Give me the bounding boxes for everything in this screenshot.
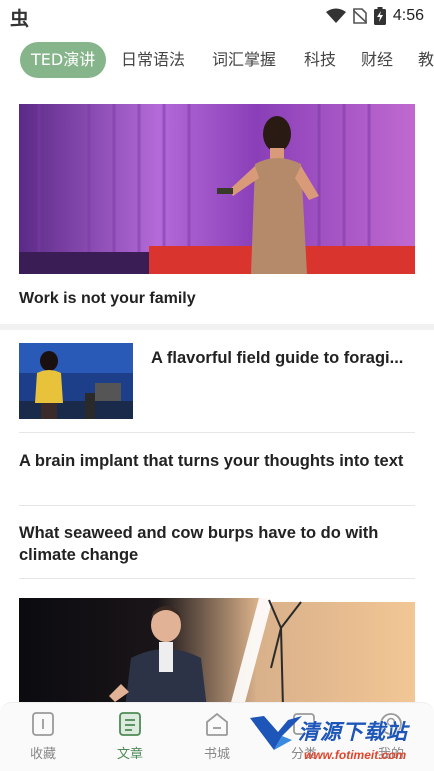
list-divider <box>19 432 415 433</box>
category-tabs: TED演讲 日常语法 词汇掌握 科技 财经 教 <box>0 42 434 78</box>
bookmark-icon <box>32 712 54 736</box>
wifi-icon <box>325 8 346 23</box>
battery-charging-icon <box>373 7 386 25</box>
list-item-title[interactable]: A brain implant that turns your thoughts… <box>19 450 415 472</box>
nav-label: 文章 <box>116 747 143 762</box>
status-indicators: 4:56 <box>325 5 424 27</box>
article-thumbnail[interactable] <box>19 343 133 419</box>
speaker-wind-turbine-image <box>19 598 415 708</box>
article-icon <box>119 712 141 736</box>
article-image[interactable] <box>19 598 415 708</box>
section-divider <box>0 324 434 330</box>
nav-item-favorites[interactable]: 收藏 <box>13 711 73 762</box>
tab-finance[interactable]: 财经 <box>361 42 393 78</box>
hero-article-image[interactable] <box>19 104 415 274</box>
tab-daily-grammar[interactable]: 日常语法 <box>121 42 185 78</box>
status-bar: 虫 4:56 <box>0 0 434 32</box>
nav-label: 我的 <box>377 747 404 762</box>
thumbnail-article-title[interactable]: A flavorful field guide to foragi... <box>151 347 421 369</box>
speaker-on-stage-image <box>19 104 415 274</box>
tab-vocabulary[interactable]: 词汇掌握 <box>212 42 276 78</box>
list-item-title[interactable]: What seaweed and cow burps have to do wi… <box>19 522 415 566</box>
hero-article-title[interactable]: Work is not your family <box>19 290 196 308</box>
bottom-navigation: 收藏 文章 书城 分类 我的 <box>0 702 434 771</box>
nav-item-articles[interactable]: 文章 <box>100 711 160 762</box>
foraging-talk-image <box>19 343 133 419</box>
nav-label: 书城 <box>203 747 230 762</box>
list-divider <box>19 505 415 506</box>
no-sim-icon <box>352 8 367 24</box>
profile-icon <box>380 713 402 735</box>
tab-technology[interactable]: 科技 <box>304 42 336 78</box>
app-notification-icon: 虫 <box>10 8 30 30</box>
bookstore-icon <box>206 712 228 736</box>
nav-label: 收藏 <box>29 747 56 762</box>
tab-education[interactable]: 教 <box>418 42 434 78</box>
tab-ted-talks[interactable]: TED演讲 <box>20 42 107 78</box>
nav-item-categories[interactable]: 分类 <box>274 711 334 762</box>
clock: 4:56 <box>392 7 424 24</box>
nav-item-profile[interactable]: 我的 <box>361 711 421 762</box>
nav-item-bookstore[interactable]: 书城 <box>187 711 247 762</box>
category-icon <box>293 713 315 735</box>
list-divider <box>19 578 415 579</box>
nav-label: 分类 <box>290 747 317 762</box>
